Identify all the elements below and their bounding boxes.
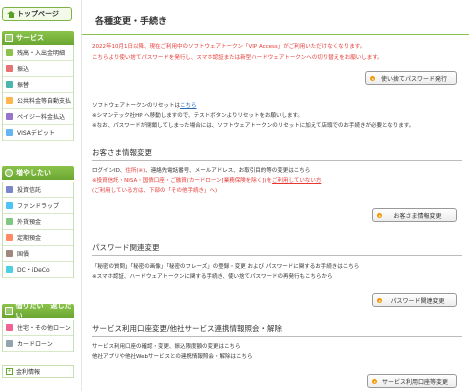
- account-line-1: サービス利用口座の確認・変更、振込限度額の変更はこちら: [92, 344, 241, 350]
- password-section-divider: [92, 255, 462, 256]
- account-section-title: サービス利用口座変更/他社サービス連携情報照会・解除: [92, 324, 283, 333]
- sidebar-item-investment-trust[interactable]: 投資信託: [3, 182, 73, 198]
- sidebar-item-dc-ideco[interactable]: DC・iDeCo: [3, 262, 73, 278]
- transfer-icon: [6, 65, 13, 72]
- reset-note-1: ※シマンテック社HP へ移動しますので、テストボタンよりリセットをお願いします。: [92, 113, 303, 119]
- arrow-icon: [377, 213, 382, 218]
- pension-icon: [6, 266, 13, 273]
- interest-info-toggle[interactable]: + 金利情報: [2, 365, 74, 378]
- trust-icon: [6, 186, 13, 193]
- sidebar-item-transfer[interactable]: 振込: [3, 61, 73, 77]
- customer-section-title: お客さま情報変更: [92, 148, 152, 157]
- sidebar-item-payeasy[interactable]: ペイジー料金払込: [3, 109, 73, 125]
- reset-line: ソフトウェアトークンのリセットはこちら: [92, 103, 197, 109]
- loan-section-header: 借りたい 返したい: [2, 302, 74, 320]
- password-change-button[interactable]: パスワード関連変更: [372, 293, 457, 307]
- otp-issue-button[interactable]: 使い捨てパスワード発行: [365, 71, 457, 85]
- loan-list: 住宅・その他ローン カードローン: [2, 320, 74, 352]
- balance-icon: [6, 49, 13, 56]
- customer-line-1: ログインID、住所(※)、連絡先電話番号、メールアドレス、お取引目的等の変更はこ…: [92, 168, 311, 174]
- password-line-1: 「秘密の質問」「秘密の画像」「秘密のフレーズ」の登録・変更 および パスワードに…: [92, 264, 360, 270]
- clock-icon: [6, 234, 13, 241]
- sidebar-item-balance[interactable]: 残高・入出金明細: [3, 45, 73, 61]
- service-section-label: サービス: [16, 34, 44, 42]
- sidebar-item-time-deposit[interactable]: 定期預金: [3, 230, 73, 246]
- sidebar-item-visa-debit[interactable]: VISAデビット: [3, 125, 73, 141]
- invest-list: 投資信託 ファンドラップ 外貨預金 定期預金 国債 DC・iDeCo: [2, 182, 74, 278]
- top-page-button[interactable]: トップページ: [2, 7, 72, 21]
- dollar-icon: [6, 218, 13, 225]
- card-icon: [6, 129, 13, 136]
- reset-note-2: ※なお、パスワードが閉鎖してしまった場合には、ソフトウェアトークンのリセットに加…: [92, 123, 415, 129]
- arrow-icon: [372, 379, 377, 384]
- sidebar-item-move[interactable]: 振替: [3, 77, 73, 93]
- page-title: 各種変更・手続き: [95, 17, 168, 27]
- account-line-2: 他社アプリや他社Webサービスとの連携情報照会・解除はこちら: [92, 354, 253, 360]
- invest-section-header: 増やしたい: [2, 166, 74, 180]
- top-page-label: トップページ: [17, 10, 59, 18]
- password-line-2: ※スマホ認証、ハードウェアトークンに関する手続き、使い捨てパスワードの再発行もこ…: [92, 274, 333, 280]
- loan-section-label: 借りたい 返したい: [15, 302, 72, 320]
- sidebar-item-utility-payment[interactable]: 公共料金等自動支払: [3, 93, 73, 109]
- service-list: 残高・入出金明細 振込 振替 公共料金等自動支払 ペイジー料金払込 VISAデビ…: [2, 45, 74, 141]
- payeasy-icon: [6, 113, 13, 120]
- utility-icon: [6, 97, 13, 104]
- sidebar: トップページ サービス 残高・入出金明細 振込 振替 公共料金等自動支払 ペイジ…: [0, 0, 76, 391]
- growth-icon: [5, 169, 13, 177]
- service-icon: [5, 34, 13, 42]
- title-underline: [82, 34, 469, 35]
- account-section-divider: [92, 336, 462, 337]
- house-icon: [6, 324, 13, 331]
- interest-info-label: 金利情報: [16, 369, 41, 376]
- main-content: 各種変更・手続き 2022年10月1日以降、現在ご利用中のソフトウェアトークン「…: [81, 0, 469, 391]
- customer-line-2: ※投資信託・NISA・国債口座・ご融資(カードローン[業務保険を除く])をご利用…: [92, 178, 322, 184]
- customer-info-change-button[interactable]: お客さま情報変更: [372, 208, 457, 222]
- invest-section-label: 増やしたい: [16, 169, 51, 177]
- arrow-icon: [370, 76, 375, 81]
- sidebar-item-home-loan[interactable]: 住宅・その他ローン: [3, 320, 73, 336]
- notice-line-1: 2022年10月1日以降、現在ご利用中のソフトウェアトークン「VIP Acces…: [92, 44, 366, 50]
- bond-icon: [6, 250, 13, 257]
- plus-icon: +: [6, 368, 13, 375]
- notice-line-2: こちらより使い捨てパスワードを発行し、スマホ認証または新型ハードウェアトークンへ…: [92, 55, 383, 61]
- home-icon: [7, 10, 15, 18]
- fund-icon: [6, 202, 13, 209]
- loan-icon: [5, 307, 13, 315]
- customer-line-3: (ご利用している方は、下部の「その他手続き」へ): [92, 188, 218, 194]
- sidebar-item-foreign-deposit[interactable]: 外貨預金: [3, 214, 73, 230]
- service-account-change-button[interactable]: サービス利用口座等変更: [367, 374, 457, 388]
- not-using-link[interactable]: ご利用していない方: [272, 178, 321, 184]
- sidebar-item-card-loan[interactable]: カードローン: [3, 336, 73, 352]
- card-loan-icon: [6, 340, 13, 347]
- service-section-header: サービス: [2, 31, 74, 45]
- password-section-title: パスワード関連変更: [92, 243, 160, 252]
- sidebar-item-fund-wrap[interactable]: ファンドラップ: [3, 198, 73, 214]
- reset-link[interactable]: こちら: [180, 103, 197, 109]
- arrow-icon: [377, 298, 382, 303]
- move-icon: [6, 81, 13, 88]
- customer-section-divider: [92, 160, 462, 161]
- sidebar-item-govt-bond[interactable]: 国債: [3, 246, 73, 262]
